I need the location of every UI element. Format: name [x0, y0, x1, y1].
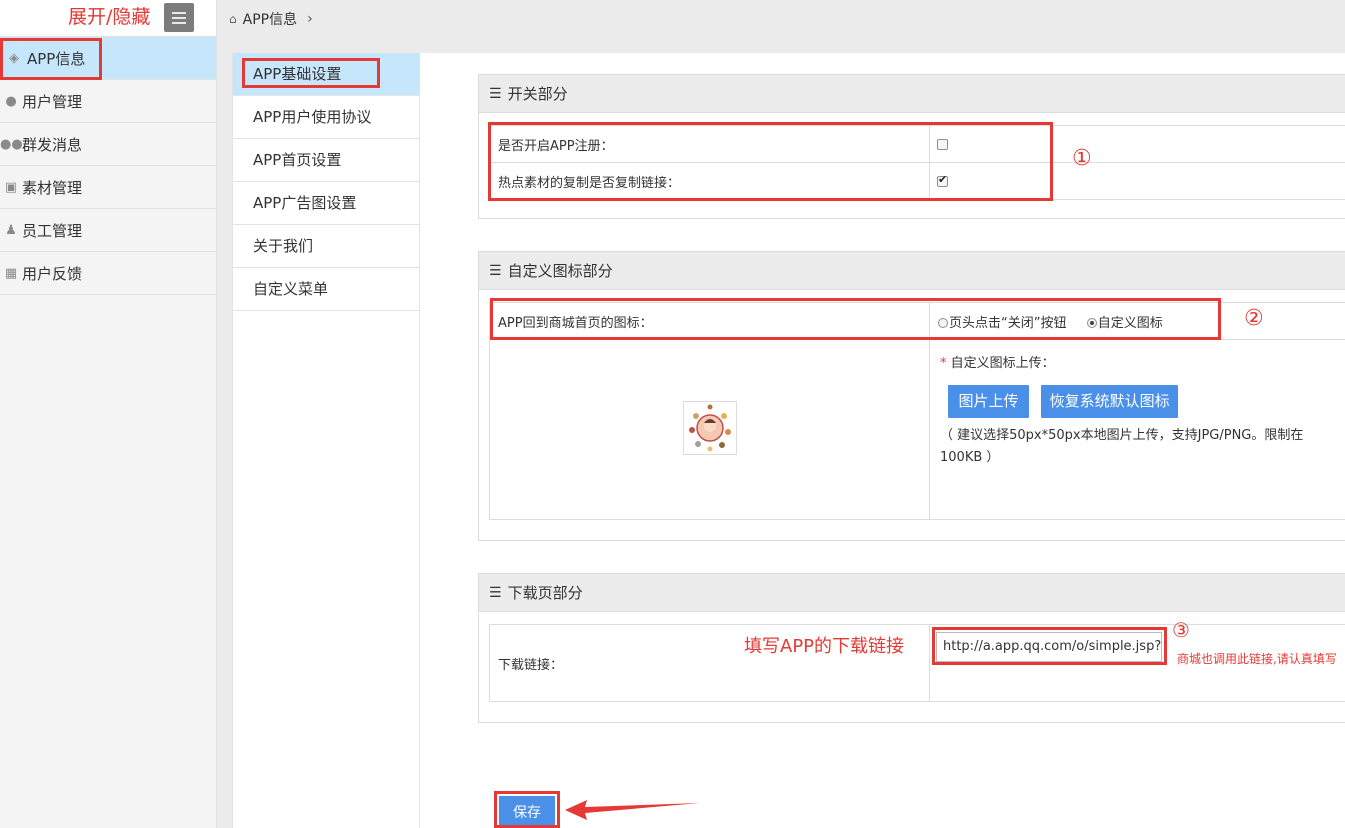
restore-default-icon-button[interactable]: 恢复系统默认图标 — [1041, 385, 1179, 418]
subnav-item-user-agreement[interactable]: APP用户使用协议 — [233, 96, 419, 139]
annotation-highlight — [242, 58, 380, 88]
section-title: 开关部分 — [507, 85, 568, 103]
subnav-item-basic-settings[interactable]: APP基础设置 — [233, 53, 419, 96]
subnav-item-label: 关于我们 — [253, 237, 314, 255]
annotation-marker: ① — [1072, 146, 1092, 171]
menu-icon-bar — [172, 16, 186, 19]
toggle-annotation: 展开/隐藏 — [68, 6, 151, 28]
annotation-highlight — [490, 298, 1221, 340]
sub-navigation: APP基础设置 APP用户使用协议 APP首页设置 APP广告图设置 关于我们 … — [232, 53, 420, 828]
subnav-item-label: APP广告图设置 — [253, 194, 357, 212]
section-title: 下载页部分 — [507, 584, 583, 602]
upload-label: 自定义图标上传： — [950, 356, 1055, 371]
section-header: ☰ 开关部分 — [479, 75, 1345, 113]
sidebar-item-mass-message[interactable]: ●● 群发消息 — [0, 123, 216, 166]
sidebar: 展开/隐藏 ◈ APP信息 ● 用户管理 ●● 群发消息 ▣ 素材管理 ♟ 员工… — [0, 0, 217, 828]
breadcrumb-current: APP信息 — [242, 11, 298, 28]
menu-icon-bar — [172, 21, 186, 24]
home-icon[interactable]: ⌂ — [229, 12, 237, 26]
subnav-item-label: APP首页设置 — [253, 151, 342, 169]
user-icon: ● — [5, 93, 17, 109]
sidebar-item-staff[interactable]: ♟ 员工管理 — [0, 209, 216, 252]
annotation-arrow — [565, 800, 700, 820]
users-group-icon: ●● — [0, 136, 23, 152]
subnav-item-custom-menu[interactable]: 自定义菜单 — [233, 268, 419, 311]
upload-image-button[interactable]: 图片上传 — [948, 385, 1029, 418]
sidebar-header: 展开/隐藏 — [0, 0, 216, 37]
annotation-highlight — [488, 122, 1053, 201]
required-mark: * — [940, 356, 947, 371]
annotation-highlight — [0, 38, 102, 80]
icon-preview-cell — [489, 339, 930, 520]
sidebar-item-material[interactable]: ▣ 素材管理 — [0, 166, 216, 209]
sidebar-item-label: 用户管理 — [22, 92, 83, 111]
upload-cell: * 自定义图标上传： 图片上传 恢复系统默认图标 （ 建议选择50px*50px… — [929, 339, 1345, 520]
chevron-right-icon: › — [307, 10, 313, 27]
annotation-highlight — [494, 791, 560, 828]
download-note: 商城也调用此链接,请认真填写 — [1177, 652, 1337, 666]
sidebar-item-app-info[interactable]: ◈ APP信息 — [0, 37, 216, 80]
breadcrumb: ⌂ APP信息 › — [217, 0, 1345, 37]
annotation-marker: ② — [1244, 306, 1264, 331]
app-icon-image — [688, 404, 731, 452]
icon-section-panel: ☰ 自定义图标部分 APP回到商城首页的图标： 页头点击“关闭”按钮 自定义图标 — [478, 251, 1345, 541]
sidebar-item-label: 员工管理 — [22, 221, 83, 240]
list-icon: ☰ — [489, 85, 502, 102]
section-header: ☰ 下载页部分 — [479, 574, 1345, 612]
annotation-marker: ③ — [1172, 618, 1190, 642]
subnav-item-about-us[interactable]: 关于我们 — [233, 225, 419, 268]
menu-icon-bar — [172, 11, 186, 14]
upload-label-row: * 自定义图标上传： — [940, 352, 1335, 371]
staff-icon: ♟ — [5, 222, 17, 238]
sidebar-item-label: 用户反馈 — [22, 264, 83, 283]
grid-icon: ▦ — [4, 265, 18, 281]
subnav-item-label: 自定义菜单 — [253, 280, 329, 298]
list-icon: ☰ — [489, 262, 502, 279]
sidebar-item-user-management[interactable]: ● 用户管理 — [0, 80, 216, 123]
sidebar-item-label: 群发消息 — [22, 135, 83, 154]
section-title: 自定义图标部分 — [507, 262, 613, 280]
menu-toggle-button[interactable] — [164, 3, 194, 32]
sidebar-item-label: 素材管理 — [22, 178, 83, 197]
table-row: * 自定义图标上传： 图片上传 恢复系统默认图标 （ 建议选择50px*50px… — [489, 339, 1345, 520]
divider — [217, 37, 1345, 53]
upload-hint: （ 建议选择50px*50px本地图片上传，支持JPG/PNG。限制在100KB… — [940, 428, 1304, 465]
subnav-item-label: APP用户使用协议 — [253, 108, 372, 126]
list-icon: ☰ — [489, 584, 502, 601]
download-annotation: 填写APP的下载链接 — [744, 636, 905, 657]
sidebar-item-feedback[interactable]: ▦ 用户反馈 — [0, 252, 216, 295]
app-icon-preview — [682, 401, 737, 455]
subnav-item-home-settings[interactable]: APP首页设置 — [233, 139, 419, 182]
image-icon: ▣ — [4, 179, 18, 195]
section-header: ☰ 自定义图标部分 — [479, 252, 1345, 290]
subnav-item-ad-settings[interactable]: APP广告图设置 — [233, 182, 419, 225]
divider — [217, 53, 232, 828]
